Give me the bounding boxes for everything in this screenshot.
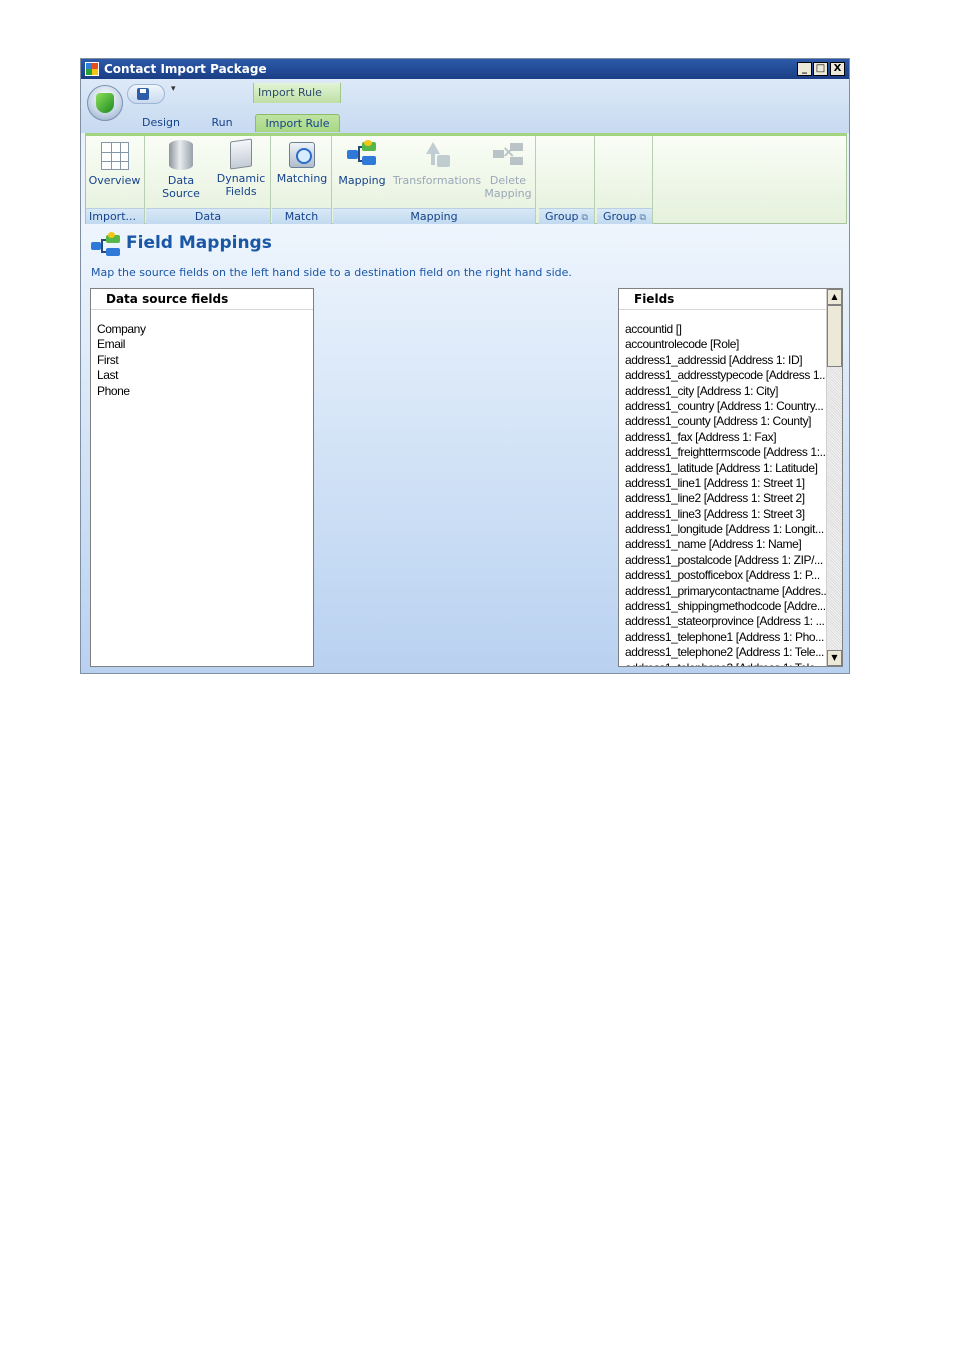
matching-icon bbox=[289, 142, 315, 168]
list-item[interactable]: address1_telephone3 [Address 1: Tele... bbox=[625, 661, 826, 666]
list-item[interactable]: address1_country [Address 1: Country... bbox=[625, 399, 826, 414]
destination-fields-list[interactable]: accountid [] accountrolecode [Role] addres… bbox=[619, 310, 826, 666]
dialog-launcher-icon[interactable]: ⧉ bbox=[582, 213, 588, 223]
save-icon[interactable] bbox=[137, 88, 149, 100]
mapping-label: Mapping bbox=[338, 174, 386, 187]
vertical-scrollbar[interactable]: ▲ ▼ bbox=[826, 289, 842, 666]
delete-mapping-icon: × bbox=[492, 140, 524, 170]
field-mappings-icon bbox=[91, 232, 121, 258]
list-item[interactable]: address1_telephone2 [Address 1: Tele... bbox=[625, 645, 826, 660]
qat-customize-icon[interactable]: ▾ bbox=[171, 84, 176, 94]
scroll-down-button[interactable]: ▼ bbox=[827, 650, 842, 666]
quick-access-toolbar bbox=[127, 84, 165, 104]
list-item[interactable]: address1_line1 [Address 1: Street 1] bbox=[625, 476, 826, 491]
group-match: Matching Match bbox=[272, 136, 332, 224]
transformations-button[interactable]: Transformations bbox=[391, 138, 483, 187]
transformations-icon bbox=[422, 140, 452, 170]
list-item[interactable]: address1_freighttermscode [Address 1:... bbox=[625, 445, 826, 460]
group-label-mapping: Mapping bbox=[333, 208, 535, 224]
transformations-label: Transformations bbox=[392, 174, 482, 187]
list-item[interactable]: address1_addressid [Address 1: ID] bbox=[625, 353, 826, 368]
list-item[interactable]: address1_postalcode [Address 1: ZIP/... bbox=[625, 553, 826, 568]
list-item[interactable]: Last bbox=[97, 368, 313, 383]
group-data: Data Source Dynamic Fields Data bbox=[146, 136, 271, 224]
mapping-button[interactable]: Mapping bbox=[335, 138, 389, 187]
list-item[interactable]: Phone bbox=[97, 384, 313, 399]
list-item[interactable]: address1_fax [Address 1: Fax] bbox=[625, 430, 826, 445]
app-window: Contact Import Package _ □ X ▾ Import Ru… bbox=[80, 58, 850, 674]
group-label-match: Match bbox=[272, 208, 331, 224]
app-icon bbox=[85, 62, 99, 76]
source-fields-header: Data source fields bbox=[91, 289, 313, 310]
app-orb-icon bbox=[96, 93, 114, 113]
group-label-group-1: Group ⧉ bbox=[539, 208, 594, 224]
matching-label: Matching bbox=[276, 172, 328, 185]
window-title: Contact Import Package bbox=[104, 62, 267, 76]
contextual-tab-header: Import Rule bbox=[253, 83, 341, 103]
group-2-label: Group bbox=[603, 210, 637, 223]
close-button[interactable]: X bbox=[830, 62, 845, 76]
dynamic-fields-icon bbox=[230, 138, 252, 170]
dialog-launcher-icon[interactable]: ⧉ bbox=[640, 213, 646, 223]
ribbon-body: Overview Import... Data Source Dynamic F… bbox=[85, 133, 847, 224]
list-item[interactable]: address1_city [Address 1: City] bbox=[625, 384, 826, 399]
group-mapping: Mapping Transformations × Delete Mapping… bbox=[333, 136, 536, 224]
list-item[interactable]: address1_county [Address 1: County] bbox=[625, 414, 826, 429]
list-item[interactable]: address1_line2 [Address 1: Street 2] bbox=[625, 491, 826, 506]
overview-button[interactable]: Overview bbox=[87, 138, 142, 187]
list-item[interactable]: accountid [] bbox=[625, 322, 826, 337]
source-fields-panel[interactable]: Data source fields Company Email First Last… bbox=[90, 288, 314, 667]
list-item[interactable]: Company bbox=[97, 322, 313, 337]
tab-design[interactable]: Design bbox=[137, 114, 185, 132]
list-item[interactable]: address1_line3 [Address 1: Street 3] bbox=[625, 507, 826, 522]
data-source-button[interactable]: Data Source bbox=[148, 138, 214, 200]
content-area: Field Mappings Map the source fields on … bbox=[81, 224, 849, 673]
database-icon bbox=[169, 140, 193, 170]
group-1-label: Group bbox=[545, 210, 579, 223]
group-2: Group ⧉ bbox=[597, 136, 653, 224]
maximize-button[interactable]: □ bbox=[813, 62, 828, 76]
source-fields-list[interactable]: Company Email First Last Phone bbox=[91, 310, 313, 399]
group-label-import: Import... bbox=[86, 208, 144, 224]
scroll-up-button[interactable]: ▲ bbox=[827, 289, 842, 305]
list-item[interactable]: address1_shippingmethodcode [Addre... bbox=[625, 599, 826, 614]
list-item[interactable]: Email bbox=[97, 337, 313, 352]
tab-import-rule[interactable]: Import Rule bbox=[255, 114, 340, 132]
group-import: Overview Import... bbox=[86, 136, 145, 224]
page-title: Field Mappings bbox=[126, 233, 272, 253]
list-item[interactable]: address1_addresstypecode [Address 1... bbox=[625, 368, 826, 383]
matching-button[interactable]: Matching bbox=[274, 138, 330, 185]
page-description: Map the source fields on the left hand s… bbox=[91, 266, 572, 279]
dynamic-fields-label: Dynamic bbox=[216, 172, 266, 185]
list-item[interactable]: First bbox=[97, 353, 313, 368]
group-1: Group ⧉ bbox=[539, 136, 595, 224]
dynamic-fields-label-2: Fields bbox=[225, 185, 257, 198]
list-item[interactable]: accountrolecode [Role] bbox=[625, 337, 826, 352]
dynamic-fields-button[interactable]: Dynamic Fields bbox=[216, 138, 266, 198]
data-source-label: Data Source bbox=[162, 174, 200, 200]
grid-icon bbox=[100, 142, 129, 170]
list-item[interactable]: address1_postofficebox [Address 1: P... bbox=[625, 568, 826, 583]
list-item[interactable]: address1_primarycontactname [Addres... bbox=[625, 584, 826, 599]
ribbon-header: ▾ Import Rule Design Run Import Rule bbox=[81, 79, 849, 133]
title-bar[interactable]: Contact Import Package _ □ X bbox=[81, 59, 849, 79]
list-item[interactable]: address1_longitude [Address 1: Longit... bbox=[625, 522, 826, 537]
scroll-thumb[interactable] bbox=[827, 305, 842, 367]
group-label-data: Data bbox=[146, 208, 270, 224]
list-item[interactable]: address1_stateorprovince [Address 1: ... bbox=[625, 614, 826, 629]
tab-run[interactable]: Run bbox=[203, 114, 241, 132]
group-label-group-2: Group ⧉ bbox=[597, 208, 652, 224]
list-item[interactable]: address1_latitude [Address 1: Latitude] bbox=[625, 461, 826, 476]
delete-mapping-button[interactable]: × Delete Mapping bbox=[483, 138, 533, 200]
list-item[interactable]: address1_name [Address 1: Name] bbox=[625, 537, 826, 552]
mapping-icon bbox=[346, 140, 378, 170]
destination-fields-header: Fields bbox=[619, 289, 826, 310]
overview-label: Overview bbox=[88, 174, 141, 187]
delete-mapping-label: Delete bbox=[489, 174, 527, 187]
destination-fields-panel[interactable]: Fields accountid [] accountrolecode [Role… bbox=[618, 288, 843, 667]
delete-mapping-label-2: Mapping bbox=[484, 187, 532, 200]
list-item[interactable]: address1_telephone1 [Address 1: Pho... bbox=[625, 630, 826, 645]
minimize-button[interactable]: _ bbox=[797, 62, 812, 76]
application-menu-button[interactable] bbox=[87, 85, 123, 121]
